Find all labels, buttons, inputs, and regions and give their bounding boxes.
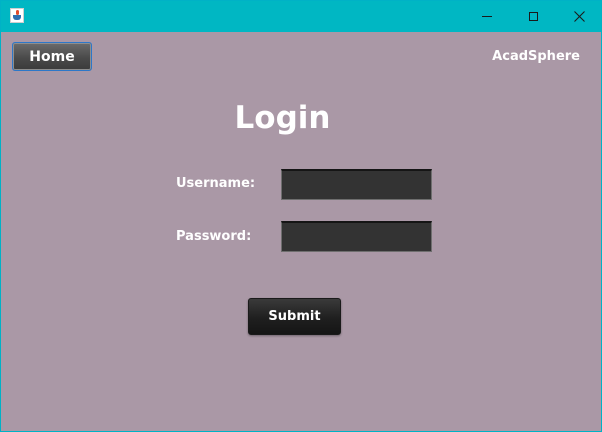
page-title: Login (234, 100, 331, 136)
maximize-icon (528, 12, 538, 21)
username-label: Username: (176, 176, 256, 191)
minimize-button[interactable] (464, 1, 510, 32)
password-field[interactable] (281, 221, 432, 252)
username-field[interactable] (281, 169, 432, 200)
title-bar (1, 1, 601, 32)
minimize-icon (482, 16, 492, 17)
submit-button[interactable]: Submit (248, 298, 341, 335)
close-icon (573, 11, 585, 22)
java-app-icon (10, 8, 24, 23)
app-window: Home AcadSphere Login Username: Password… (0, 0, 602, 432)
brand-label: AcadSphere (492, 49, 580, 64)
main-content: Home AcadSphere Login Username: Password… (1, 32, 601, 431)
maximize-button[interactable] (510, 1, 556, 32)
java-cup-shape (13, 15, 21, 20)
password-label: Password: (176, 229, 252, 244)
home-button[interactable]: Home (12, 42, 92, 71)
close-button[interactable] (556, 1, 602, 32)
